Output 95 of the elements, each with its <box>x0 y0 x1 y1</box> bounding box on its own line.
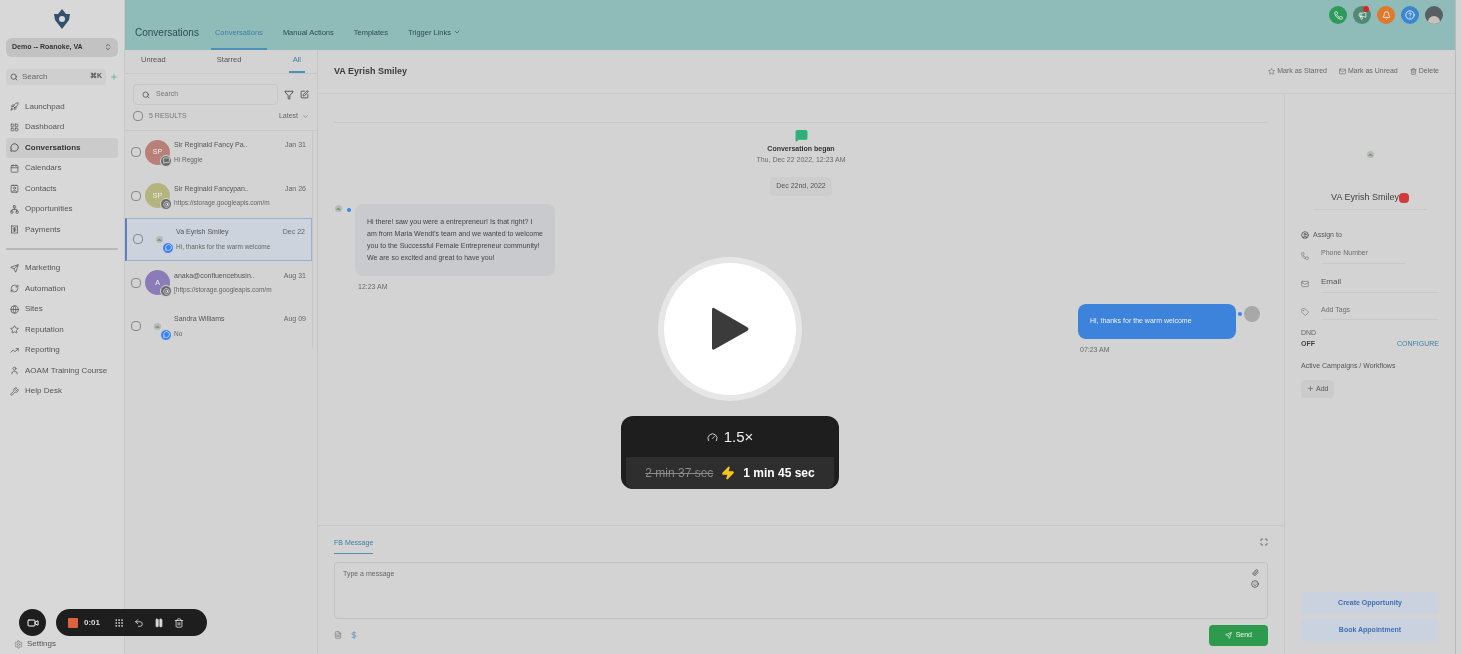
chat-event-icon <box>794 129 808 142</box>
announcement-button[interactable] <box>1353 6 1371 24</box>
select-all-checkbox[interactable] <box>133 111 143 122</box>
recording-time: 0:01 <box>84 616 100 629</box>
video-camera-icon <box>26 616 39 629</box>
mail-icon <box>1301 280 1309 288</box>
expand-icon[interactable] <box>1260 538 1268 546</box>
megaphone-icon <box>1357 10 1367 20</box>
row-checkbox[interactable] <box>131 147 141 158</box>
rocket-icon <box>10 102 19 112</box>
lightning-icon <box>721 465 736 480</box>
nav-item[interactable]: Sites <box>6 299 118 320</box>
grid-dots-icon[interactable] <box>114 617 124 628</box>
wrench-icon <box>10 386 19 396</box>
help-button[interactable] <box>1401 6 1419 24</box>
person-icon <box>10 366 19 376</box>
phone-icon <box>1333 10 1343 20</box>
nav-item[interactable]: AOAM Training Course <box>6 360 118 381</box>
nav-item[interactable]: Calendars <box>6 158 118 179</box>
stop-button[interactable] <box>68 617 78 628</box>
mail-icon <box>1338 68 1346 75</box>
nav-item[interactable]: Contacts <box>6 178 118 199</box>
email-field[interactable]: Email <box>1321 275 1439 293</box>
page-title: Conversations <box>135 26 199 40</box>
trash-icon[interactable] <box>174 617 184 628</box>
nav-item[interactable]: Opportunities <box>6 199 118 220</box>
row-checkbox[interactable] <box>131 277 141 288</box>
trend-icon <box>10 345 19 355</box>
paper-plane-icon <box>1224 631 1232 639</box>
contact-name-heading: VA Eyrish Smiley <box>1331 191 1399 204</box>
settings-link[interactable]: Settings <box>27 638 56 650</box>
nav-item[interactable]: Help Desk <box>6 381 118 402</box>
fast-duration: 1 min 45 sec <box>743 464 815 482</box>
help-icon <box>1405 10 1415 20</box>
pause-icon[interactable] <box>154 617 164 628</box>
nav-item[interactable]: Launchpad <box>6 96 118 117</box>
compose-icon[interactable] <box>300 90 309 99</box>
gauge-icon <box>706 431 718 443</box>
calendar-icon <box>10 163 19 173</box>
star-icon <box>1268 68 1276 75</box>
nav-item[interactable]: Conversations <box>6 137 118 158</box>
row-checkbox[interactable] <box>131 321 141 332</box>
caret-icon <box>302 112 309 120</box>
speed-label: 1.5× <box>723 427 754 447</box>
search-icon <box>142 90 150 99</box>
messenger-badge-icon <box>160 328 172 341</box>
search-icon <box>10 72 18 81</box>
star-icon <box>10 325 19 335</box>
settings-icon <box>14 639 23 649</box>
paper-plane-icon <box>10 263 19 273</box>
trash-icon <box>1409 68 1417 75</box>
broken-image-icon <box>155 234 164 244</box>
conversation-title: VA Eyrish Smiley <box>334 64 408 78</box>
nav-item[interactable]: Payments <box>6 219 118 240</box>
nav-item[interactable]: Marketing <box>6 258 118 279</box>
logo-icon <box>52 8 72 30</box>
broken-image-icon <box>153 321 162 331</box>
avatar-icon[interactable] <box>1425 6 1443 24</box>
notification-button[interactable] <box>1377 6 1395 24</box>
avatar-icon <box>1244 306 1260 322</box>
plus-icon[interactable] <box>110 72 118 81</box>
messenger-badge-icon <box>162 241 174 254</box>
original-duration: 2 min 37 sec <box>645 464 714 482</box>
globe-icon <box>10 304 19 314</box>
emoji-icon[interactable] <box>1251 579 1259 588</box>
person-circle-icon <box>1301 230 1309 239</box>
play-icon <box>710 306 750 352</box>
at-sign-badge-icon <box>160 198 172 211</box>
badge-icon <box>1398 192 1409 203</box>
nav-item[interactable]: Reputation <box>6 319 118 340</box>
network-icon <box>10 204 19 214</box>
up-down-caret-icon <box>104 43 112 52</box>
plus-icon <box>1307 385 1314 393</box>
broken-image-icon <box>334 203 343 213</box>
nav-item[interactable]: Dashboard <box>6 117 118 138</box>
nav-item[interactable]: Reporting <box>6 340 118 361</box>
row-checkbox[interactable] <box>133 234 143 245</box>
broken-image-icon <box>1365 150 1375 159</box>
row-checkbox[interactable] <box>131 190 141 201</box>
contact-card-icon <box>10 184 19 194</box>
grid-icon <box>10 122 19 132</box>
at-sign-badge-icon <box>160 285 172 298</box>
paperclip-icon[interactable] <box>1251 568 1259 576</box>
phone-button[interactable] <box>1329 6 1347 24</box>
nav-item[interactable]: Automation <box>6 278 118 299</box>
filter-icon[interactable] <box>284 89 294 100</box>
phone-icon <box>1301 251 1309 260</box>
bell-icon <box>1381 10 1391 20</box>
dollar-icon[interactable] <box>350 631 358 639</box>
undo-icon[interactable] <box>134 617 144 628</box>
cycle-icon <box>10 284 19 294</box>
tag-icon <box>1301 308 1309 317</box>
chat-bubble-icon <box>10 143 19 153</box>
receipt-icon <box>10 225 19 235</box>
document-icon[interactable] <box>334 631 342 639</box>
